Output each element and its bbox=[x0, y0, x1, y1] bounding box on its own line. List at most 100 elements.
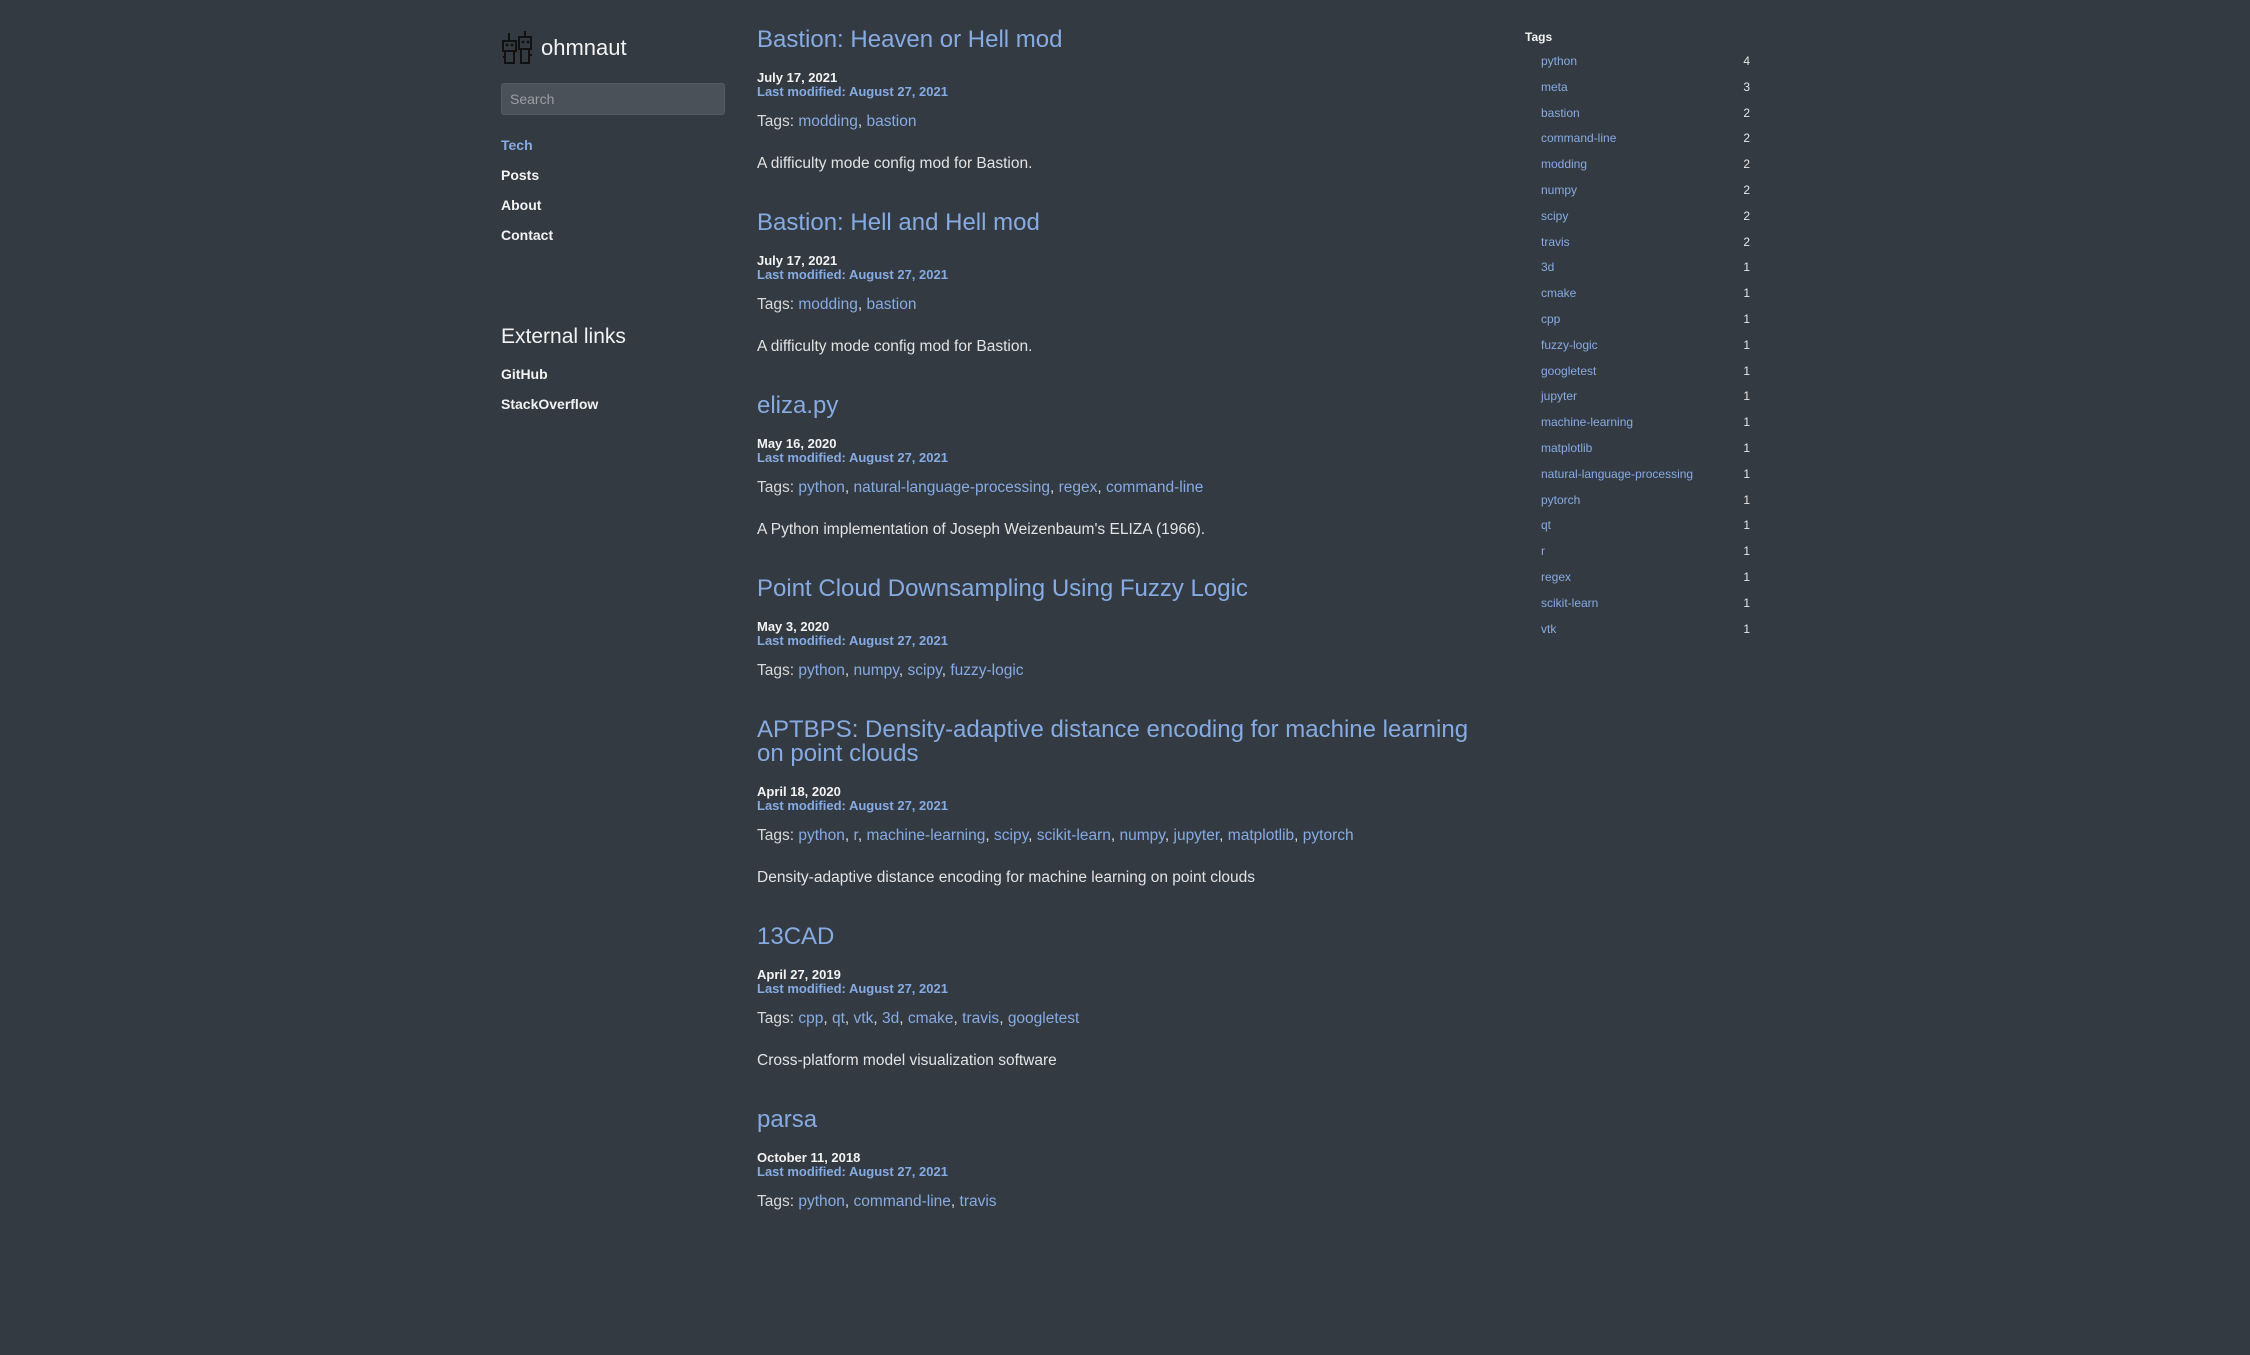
external-link-stackoverflow[interactable]: StackOverflow bbox=[501, 389, 725, 419]
post-tag-link[interactable]: modding bbox=[798, 296, 857, 313]
post-title[interactable]: APTBPS: Density-adaptive distance encodi… bbox=[757, 718, 1487, 766]
tag-link[interactable]: vtk bbox=[1541, 622, 1556, 648]
post-title[interactable]: 13CAD bbox=[757, 925, 1487, 949]
post-title[interactable]: Bastion: Heaven or Hell mod bbox=[757, 28, 1487, 52]
nav-item-contact[interactable]: Contact bbox=[501, 220, 725, 250]
external-link-github[interactable]: GitHub bbox=[501, 359, 725, 389]
tag-separator: , bbox=[844, 479, 854, 496]
post-title[interactable]: eliza.py bbox=[757, 394, 1487, 418]
post-modified-date: Last modified: August 27, 2021 bbox=[757, 1164, 948, 1179]
tag-link[interactable]: qt bbox=[1541, 518, 1551, 544]
nav-item-posts[interactable]: Posts bbox=[501, 160, 725, 190]
tag-link[interactable]: r bbox=[1541, 544, 1545, 570]
post-tag-link[interactable]: scipy bbox=[908, 662, 942, 679]
tag-row: fuzzy-logic 1 bbox=[1525, 338, 1750, 364]
post-tag-link[interactable]: matplotlib bbox=[1228, 827, 1294, 844]
tag-link[interactable]: jupyter bbox=[1541, 389, 1577, 415]
tag-count: 1 bbox=[1743, 440, 1750, 455]
tag-link[interactable]: machine-learning bbox=[1541, 415, 1633, 441]
tag-link[interactable]: command-line bbox=[1541, 131, 1616, 157]
tag-link[interactable]: 3d bbox=[1541, 260, 1554, 286]
post-tag-link[interactable]: bastion bbox=[866, 113, 916, 130]
tag-count: 2 bbox=[1743, 157, 1750, 172]
post-tag-link[interactable]: command-line bbox=[854, 1193, 951, 1210]
tag-separator: , bbox=[873, 1010, 882, 1027]
nav-item-tech[interactable]: Tech bbox=[501, 130, 725, 160]
post-tag-link[interactable]: scipy bbox=[994, 827, 1028, 844]
tag-link[interactable]: googletest bbox=[1541, 364, 1596, 390]
post-entry: Bastion: Hell and Hell mod July 17, 2021 L… bbox=[757, 211, 1487, 356]
post-tag-link[interactable]: qt bbox=[832, 1010, 845, 1027]
tag-count: 1 bbox=[1743, 569, 1750, 584]
tag-link[interactable]: scikit-learn bbox=[1541, 596, 1598, 622]
tag-link[interactable]: travis bbox=[1541, 235, 1570, 261]
post-tag-link[interactable]: natural-language-processing bbox=[854, 479, 1050, 496]
tag-link[interactable]: meta bbox=[1541, 80, 1568, 106]
post-entry: Bastion: Heaven or Hell mod July 17, 2021… bbox=[757, 28, 1487, 173]
post-tags: Tags: cpp, qt, vtk, 3d, cmake, travis, g… bbox=[757, 1010, 1487, 1028]
tag-link[interactable]: matplotlib bbox=[1541, 441, 1592, 467]
tag-row: r1 bbox=[1525, 544, 1750, 570]
tag-separator: , bbox=[953, 1010, 963, 1027]
tag-link[interactable]: cmake bbox=[1541, 286, 1576, 312]
tag-count: 2 bbox=[1743, 105, 1750, 120]
post-tag-link[interactable]: 3d bbox=[882, 1010, 899, 1027]
tag-link[interactable]: natural-language-processing bbox=[1541, 467, 1693, 493]
post-tag-link[interactable]: pytorch bbox=[1303, 827, 1354, 844]
post-tag-link[interactable]: cpp bbox=[798, 1010, 823, 1027]
post-tag-link[interactable]: travis bbox=[960, 1193, 997, 1210]
post-entry: APTBPS: Density-adaptive distance encodi… bbox=[757, 718, 1487, 887]
post-title[interactable]: Point Cloud Downsampling Using Fuzzy Log… bbox=[757, 577, 1487, 601]
tag-count: 1 bbox=[1743, 595, 1750, 610]
post-tag-link[interactable]: cmake bbox=[908, 1010, 954, 1027]
nav-item-about[interactable]: About bbox=[501, 190, 725, 220]
post-date: July 17, 2021 bbox=[757, 253, 838, 268]
post-tags-label: Tags: bbox=[757, 296, 799, 313]
tag-link[interactable]: modding bbox=[1541, 157, 1587, 183]
tag-row: qt 1 bbox=[1525, 518, 1750, 544]
tag-row: googletest 1 bbox=[1525, 364, 1750, 390]
post-tag-link[interactable]: jupyter bbox=[1174, 827, 1220, 844]
post-tag-link[interactable]: vtk bbox=[854, 1010, 874, 1027]
post-tag-link[interactable]: numpy bbox=[1120, 827, 1165, 844]
post-title[interactable]: parsa bbox=[757, 1108, 1487, 1132]
post-tag-link[interactable]: python bbox=[798, 479, 845, 496]
external-links-heading: External links bbox=[501, 325, 626, 348]
post-tags: Tags: python, numpy, scipy, fuzzy-logic bbox=[757, 662, 1487, 680]
tag-row: matplotlib 1 bbox=[1525, 441, 1750, 467]
post-tag-link[interactable]: python bbox=[798, 1193, 845, 1210]
site-name[interactable]: ohmnaut bbox=[541, 35, 627, 61]
search-input[interactable] bbox=[501, 83, 725, 115]
post-tag-link[interactable]: python bbox=[798, 827, 845, 844]
tag-row: modding 2 bbox=[1525, 157, 1750, 183]
post-tags: Tags: python, command-line, travis bbox=[757, 1193, 1487, 1211]
tag-count: 1 bbox=[1743, 492, 1750, 507]
tag-link[interactable]: scipy bbox=[1541, 209, 1568, 235]
post-tag-link[interactable]: googletest bbox=[1008, 1010, 1080, 1027]
post-date: April 18, 2020 bbox=[757, 784, 841, 799]
post-tag-link[interactable]: travis bbox=[962, 1010, 999, 1027]
tag-link[interactable]: pytorch bbox=[1541, 493, 1580, 519]
tag-link[interactable]: python bbox=[1541, 54, 1577, 80]
tag-separator: , bbox=[844, 1193, 854, 1210]
tag-row: numpy 2 bbox=[1525, 183, 1750, 209]
tag-link[interactable]: cpp bbox=[1541, 312, 1560, 338]
post-tag-link[interactable]: command-line bbox=[1106, 479, 1203, 496]
site-brand[interactable]: ohmnaut bbox=[501, 30, 725, 66]
tag-link[interactable]: bastion bbox=[1541, 106, 1580, 132]
post-tag-link[interactable]: python bbox=[798, 662, 845, 679]
post-tag-link[interactable]: numpy bbox=[854, 662, 899, 679]
post-tag-link[interactable]: regex bbox=[1059, 479, 1098, 496]
tag-separator: , bbox=[985, 827, 994, 844]
tag-link[interactable]: regex bbox=[1541, 570, 1571, 596]
post-tag-link[interactable]: modding bbox=[798, 113, 857, 130]
tag-link[interactable]: fuzzy-logic bbox=[1541, 338, 1598, 364]
post-tag-link[interactable]: scikit-learn bbox=[1037, 827, 1111, 844]
main-nav: Tech Posts About Contact bbox=[501, 130, 725, 250]
post-list: Bastion: Heaven or Hell mod July 17, 2021… bbox=[757, 28, 1487, 1249]
post-title[interactable]: Bastion: Hell and Hell mod bbox=[757, 211, 1487, 235]
post-tag-link[interactable]: machine-learning bbox=[866, 827, 985, 844]
post-tag-link[interactable]: fuzzy-logic bbox=[950, 662, 1023, 679]
post-tag-link[interactable]: bastion bbox=[866, 296, 916, 313]
tag-link[interactable]: numpy bbox=[1541, 183, 1577, 209]
